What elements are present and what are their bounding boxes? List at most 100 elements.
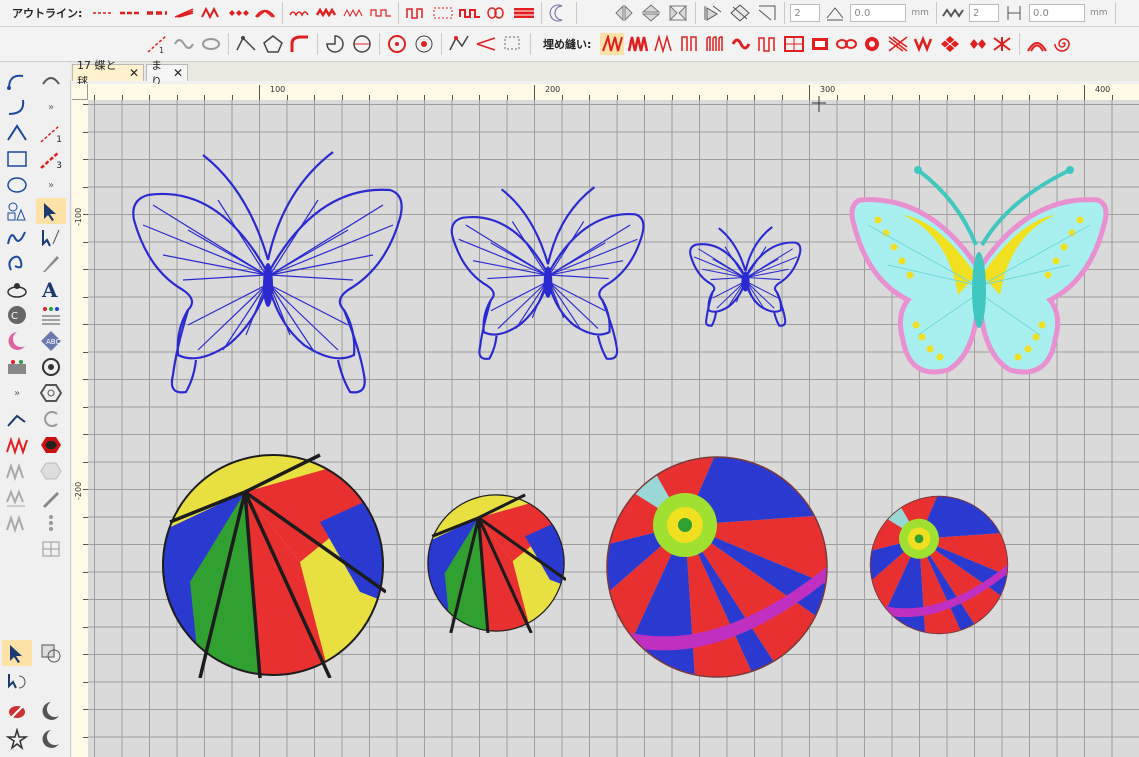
text-tool-icon[interactable]: A: [36, 276, 66, 302]
align-left-icon[interactable]: [701, 2, 725, 24]
arch-fill-icon[interactable]: [704, 33, 728, 55]
slash-stitch-icon[interactable]: [2, 406, 32, 432]
satin-fill-icon[interactable]: [600, 33, 625, 55]
grey-crescent-2-icon[interactable]: [36, 726, 66, 752]
crescent-tool-icon[interactable]: [2, 328, 32, 354]
bezier-node-icon[interactable]: [2, 68, 32, 94]
chain-outline-icon[interactable]: [485, 2, 509, 24]
tab-butterfly-ball[interactable]: 17 蝶と毬 ✕: [72, 59, 144, 88]
abc-badge-icon[interactable]: ABC: [36, 328, 66, 354]
hexagon-nut-icon[interactable]: [36, 380, 66, 406]
design-canvas[interactable]: [88, 100, 1139, 757]
fan-outline-icon[interactable]: [253, 2, 277, 24]
zigzag-outline-icon[interactable]: [199, 2, 223, 24]
height-icon[interactable]: [1002, 2, 1026, 24]
wave-fill-icon[interactable]: [756, 33, 780, 55]
temari-ball-small[interactable]: [426, 493, 566, 633]
spiral-draw-icon[interactable]: [2, 250, 32, 276]
star-tool-icon[interactable]: [2, 726, 32, 752]
oval-chain-icon[interactable]: [834, 33, 858, 55]
target-icon[interactable]: [412, 33, 436, 55]
arc-node-icon[interactable]: [288, 33, 312, 55]
temari-star-small[interactable]: [869, 495, 1009, 635]
scallop-outline-icon[interactable]: [315, 2, 339, 24]
line-tool-3-icon[interactable]: 3: [36, 146, 66, 172]
loop-outline-icon[interactable]: [342, 2, 366, 24]
rotate-select-icon[interactable]: [2, 668, 32, 694]
red-hexagon-icon[interactable]: [36, 432, 66, 458]
expand-marker-3[interactable]: »: [2, 380, 32, 406]
chord-node-icon[interactable]: [350, 33, 374, 55]
striped-band-icon[interactable]: [512, 2, 536, 24]
knife-icon[interactable]: [36, 250, 66, 276]
dense-fill-icon[interactable]: [626, 33, 650, 55]
freehand-icon[interactable]: [2, 224, 32, 250]
node-edit-icon[interactable]: [447, 33, 471, 55]
wave-outline-icon[interactable]: [288, 2, 312, 24]
width-count-input[interactable]: 2: [968, 4, 999, 22]
zigzag-tool-icon[interactable]: [2, 432, 32, 458]
bean-stitch-icon[interactable]: [145, 2, 169, 24]
rectangle-icon[interactable]: [2, 146, 32, 172]
diamond-grid-icon[interactable]: [938, 33, 962, 55]
node-select-icon[interactable]: [36, 224, 66, 250]
curve-node-icon[interactable]: [2, 94, 32, 120]
twist-icon[interactable]: [172, 33, 196, 55]
gear-fill-icon[interactable]: [860, 33, 884, 55]
grey-zigzag-icon[interactable]: [2, 458, 32, 484]
grey-zigzag-2-icon[interactable]: [2, 484, 32, 510]
repeat-count-input[interactable]: 2: [790, 4, 821, 22]
expand-marker-1[interactable]: »: [36, 94, 66, 120]
people-text-icon[interactable]: [36, 302, 66, 328]
pen-icon[interactable]: [36, 484, 66, 510]
expand-marker-2[interactable]: »: [36, 172, 66, 198]
satin-outline-icon[interactable]: [172, 2, 196, 24]
temari-ball-large[interactable]: [160, 452, 386, 678]
grey-crescent-icon[interactable]: [36, 698, 66, 724]
spacing-icon[interactable]: [823, 2, 847, 24]
temari-star-large[interactable]: [605, 455, 829, 679]
overlap-icon[interactable]: [36, 640, 66, 666]
castle-outline-icon[interactable]: [458, 2, 482, 24]
dashed-block-icon[interactable]: [431, 2, 455, 24]
cross-hatch-icon[interactable]: [886, 33, 910, 55]
polygon-node-icon[interactable]: [234, 33, 258, 55]
greek-key-icon[interactable]: [404, 2, 428, 24]
wide-zigzag-icon[interactable]: [912, 33, 936, 55]
arc-fill-icon[interactable]: [1025, 33, 1049, 55]
glue-icon[interactable]: [36, 68, 66, 94]
box-pattern-icon[interactable]: [808, 33, 832, 55]
sewing-machine-icon[interactable]: [2, 354, 32, 380]
monogram-icon[interactable]: C: [2, 302, 32, 328]
dotted-select-icon[interactable]: [501, 33, 525, 55]
applique-icon[interactable]: [2, 276, 32, 302]
mirror-both-icon[interactable]: [666, 2, 690, 24]
butterfly-outline-small[interactable]: [688, 225, 803, 330]
radial-fill-icon[interactable]: [385, 33, 409, 55]
butterfly-filled[interactable]: [848, 165, 1110, 387]
line-tool-1-icon[interactable]: 1: [36, 120, 66, 146]
running-stitch-icon[interactable]: [91, 2, 115, 24]
align-corner-icon[interactable]: [755, 2, 779, 24]
pointer-icon[interactable]: [2, 640, 32, 666]
select-arrow-icon[interactable]: [36, 198, 66, 224]
triple-stitch-icon[interactable]: [118, 2, 142, 24]
close-icon[interactable]: ✕: [173, 66, 183, 80]
spiral-line-icon[interactable]: [199, 33, 223, 55]
column-fill-icon[interactable]: [678, 33, 702, 55]
grey-zigzag-3-icon[interactable]: [2, 510, 32, 536]
close-icon[interactable]: ✕: [129, 66, 139, 80]
dots-icon[interactable]: [36, 510, 66, 536]
cut-node-icon[interactable]: [474, 33, 498, 55]
square-wave-outline-icon[interactable]: [369, 2, 393, 24]
grey-hexagon-icon[interactable]: [36, 458, 66, 484]
height-input[interactable]: 0.0: [1028, 4, 1085, 22]
stitch-eraser-icon[interactable]: [2, 698, 32, 724]
x-pattern-icon[interactable]: [990, 33, 1014, 55]
curl-icon[interactable]: [36, 406, 66, 432]
grid-snap-icon[interactable]: [36, 536, 66, 562]
tab-ball[interactable]: まり ✕: [146, 59, 188, 88]
zigzag-width-icon[interactable]: [942, 2, 966, 24]
align-diamond-icon[interactable]: [728, 2, 752, 24]
spacing-input[interactable]: 0.0: [850, 4, 907, 22]
